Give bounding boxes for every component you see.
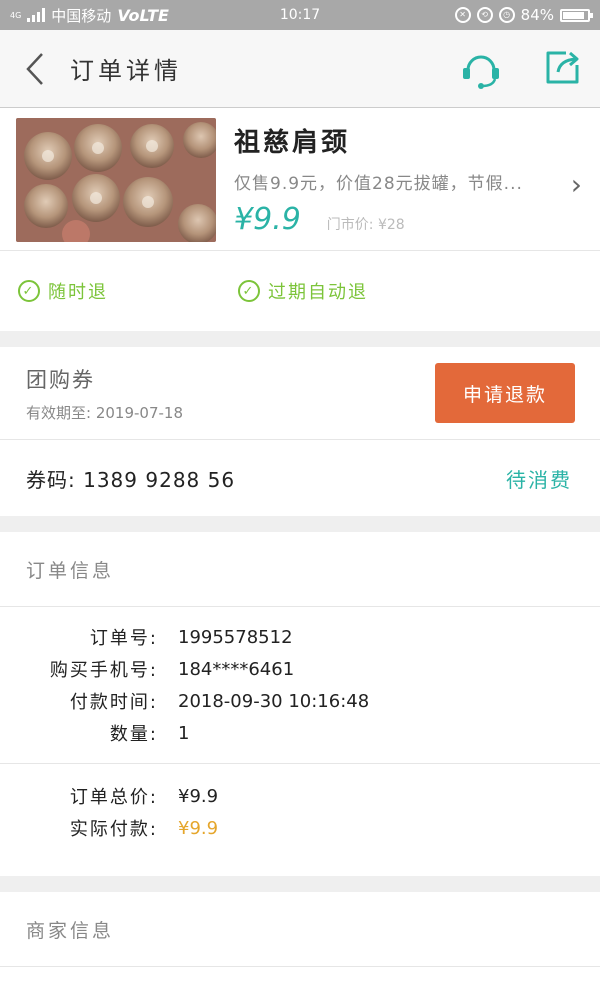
order-totals: 订单总价: ¥9.9 实际付款: ¥9.9: [0, 763, 600, 866]
guarantee-label: 过期自动退: [268, 282, 368, 303]
chevron-left-icon: [26, 52, 43, 85]
carrier-label: 中国移动: [51, 6, 112, 25]
row-label: 订单号:: [89, 628, 158, 649]
row-value: 2018-09-30 10:16:48: [178, 690, 370, 712]
paid-amount-row: 实际付款: ¥9.9: [0, 812, 600, 844]
share-icon[interactable]: [544, 50, 580, 86]
row-value: 1995578512: [178, 626, 293, 648]
row-label: 购买手机号:: [49, 660, 158, 681]
voucher-card: 团购券 有效期至: 2019-07-18 申请退款 券码: 1389 9288 …: [0, 347, 600, 516]
row-value: 1: [178, 722, 190, 744]
voucher-expiry: 有效期至: 2019-07-18: [26, 403, 183, 422]
refund-button[interactable]: 申请退款: [435, 363, 575, 423]
status-left: 4G 中国移动 VoLTE: [10, 5, 169, 26]
order-number-row: 订单号: 1995578512: [0, 621, 600, 653]
check-circle-icon: ✓: [18, 280, 40, 302]
page-title: 订单详情: [70, 57, 182, 85]
product-image: [16, 118, 216, 242]
signal-icon: [27, 8, 46, 22]
row-value: ¥9.9: [178, 785, 219, 807]
guarantee-expiry-refund: ✓ 过期自动退: [238, 278, 368, 304]
order-info-body: 订单号: 1995578512 购买手机号: 184****6461 付款时间:…: [0, 607, 600, 876]
app-header: 订单详情: [0, 30, 600, 108]
market-price-value: ¥28: [377, 217, 405, 233]
status-right: ✕ ⟲ ◷ 84%: [454, 6, 593, 24]
battery-icon: [560, 8, 593, 22]
total-price-row: 订单总价: ¥9.9: [0, 780, 600, 812]
payment-time-row: 付款时间: 2018-09-30 10:16:48: [0, 685, 600, 717]
product-card: 祖慈肩颈 仅售9.9元，价值28元拔罐，节假... ¥9.9 门市价: ¥28 …: [0, 108, 600, 331]
market-price-label: 门市价:: [326, 217, 374, 233]
market-price: 门市价: ¥28: [327, 214, 405, 234]
product-prices: ¥9.9 门市价: ¥28: [234, 202, 585, 237]
product-name: 祖慈肩颈: [234, 128, 351, 158]
check-circle-icon: ✓: [238, 280, 260, 302]
row-label: 付款时间:: [69, 692, 158, 713]
product-description: 仅售9.9元，价值28元拔罐，节假...: [234, 174, 523, 194]
phone-row: 购买手机号: 184****6461: [0, 653, 600, 685]
row-label: 数量:: [109, 724, 158, 745]
voucher-title: 团购券: [26, 367, 95, 392]
battery-percent: 84%: [520, 6, 554, 24]
voucher-status: 待消费: [506, 467, 572, 492]
row-label: 订单总价:: [69, 787, 158, 808]
header-actions: [460, 50, 580, 90]
network-small-label: 4G: [10, 10, 22, 20]
lock-rotation-icon: ⟲: [476, 7, 493, 23]
voucher-info: 团购券 有效期至: 2019-07-18: [26, 364, 183, 423]
alarm-icon: ◷: [498, 7, 515, 23]
row-label: 实际付款:: [69, 819, 158, 840]
status-bar: 4G 中国移动 VoLTE 10:17 ✕ ⟲ ◷ 84%: [0, 0, 600, 30]
voucher-code: 券码: 1389 9288 56: [26, 464, 235, 493]
voucher-code-row: 券码: 1389 9288 56 待消费: [0, 440, 600, 516]
order-info-card: 订单信息 订单号: 1995578512 购买手机号: 184****6461 …: [0, 532, 600, 876]
mute-icon: ✕: [454, 7, 471, 23]
voucher-code-value: 1389 9288 56: [83, 467, 236, 492]
guarantee-anytime-refund: ✓ 随时退: [18, 278, 108, 304]
chevron-right-icon: ›: [570, 168, 582, 201]
merchant-info-title: 商家信息: [0, 892, 600, 967]
product-row[interactable]: 祖慈肩颈 仅售9.9元，价值28元拔罐，节假... ¥9.9 门市价: ¥28 …: [0, 108, 600, 250]
guarantee-label: 随时退: [48, 282, 108, 303]
merchant-info-card: 商家信息: [0, 892, 600, 992]
volte-label: VoLTE: [117, 5, 169, 25]
customer-service-icon[interactable]: [460, 50, 502, 90]
product-info: 祖慈肩颈 仅售9.9元，价值28元拔罐，节假... ¥9.9 门市价: ¥28: [234, 118, 585, 250]
product-price: ¥9.9: [234, 202, 301, 237]
quantity-row: 数量: 1: [0, 717, 600, 749]
voucher-code-label: 券码:: [26, 467, 76, 492]
row-value: ¥9.9: [178, 817, 219, 839]
guarantees: ✓ 随时退 ✓ 过期自动退: [0, 250, 600, 331]
row-value: 184****6461: [178, 658, 295, 680]
back-button[interactable]: [0, 30, 70, 108]
voucher-header: 团购券 有效期至: 2019-07-18 申请退款: [0, 347, 600, 440]
order-info-title: 订单信息: [0, 532, 600, 607]
